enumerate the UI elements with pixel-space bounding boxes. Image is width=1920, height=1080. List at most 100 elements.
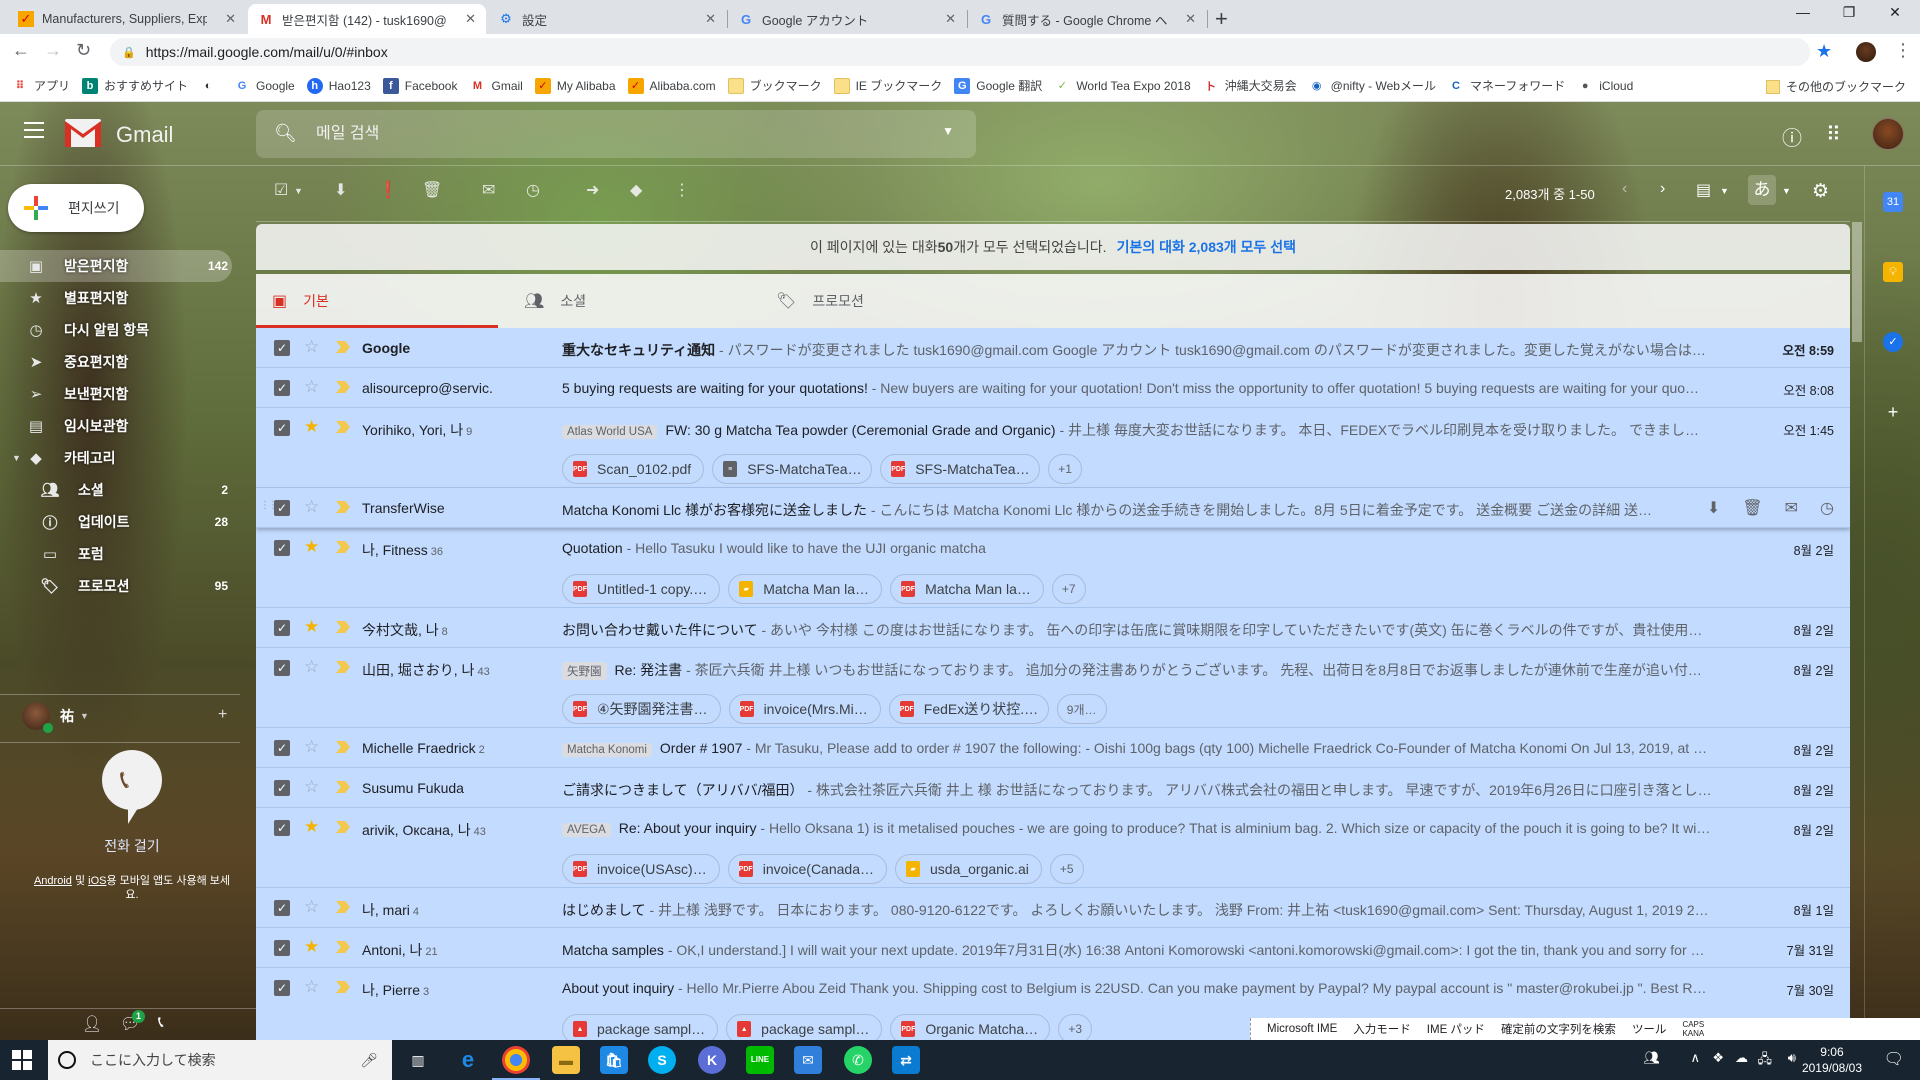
delete-icon[interactable]: 🗑︎: [1742, 498, 1762, 518]
sidebar-item-promotions[interactable]: 🏷︎ 프로모션 95: [0, 570, 232, 602]
attachment-chip[interactable]: ≡ SFS-MatchaTea…: [712, 454, 873, 484]
browser-tab-google-account[interactable]: G Google アカウント ✕: [728, 4, 966, 34]
reload-icon[interactable]: ↻: [76, 40, 91, 61]
attachment-chip[interactable]: ▲ package sampl…: [726, 1014, 883, 1040]
tasks-icon[interactable]: ✓: [1883, 332, 1903, 352]
close-tab-icon[interactable]: ✕: [1185, 11, 1196, 27]
attachment-chip[interactable]: PDF SFS-MatchaTea…: [880, 454, 1041, 484]
phone-icon[interactable]: 📞︎: [158, 1014, 164, 1032]
snooze-icon[interactable]: ◷: [1820, 498, 1834, 518]
star-icon[interactable]: ☆: [304, 377, 319, 397]
remote-app-icon[interactable]: ⇄: [892, 1046, 920, 1074]
bookmark-my-alibaba[interactable]: ✓ My Alibaba: [534, 77, 616, 94]
older-page-icon[interactable]: ›: [1660, 180, 1665, 198]
email-row[interactable]: ✓ ★ 今村文哉, 나 8 お問い合わせ戴いた件について - あいや 今村様 この度はお…: [256, 608, 1850, 648]
bookmark-globe[interactable]: ◐: [200, 78, 222, 94]
action-center-icon[interactable]: 🗨︎: [1884, 1049, 1904, 1069]
sidebar-item-social[interactable]: 👥︎ 소셜 2: [0, 474, 232, 506]
importance-marker-icon[interactable]: [336, 540, 350, 554]
importance-marker-icon[interactable]: [336, 980, 350, 994]
file-explorer-icon[interactable]: ▬: [552, 1046, 580, 1074]
search-input[interactable]: [316, 125, 916, 143]
email-row[interactable]: ✓ ★ Antoni, 나 21 Matcha samples - OK,I under…: [256, 928, 1850, 968]
star-icon[interactable]: ★: [304, 417, 319, 437]
ime-tools[interactable]: ツール: [1632, 1021, 1667, 1037]
row-checkbox[interactable]: ✓: [274, 540, 290, 556]
browser-tab-settings[interactable]: ⚙ 設定 ✕: [488, 4, 726, 34]
mark-as-read-icon[interactable]: ✉: [482, 180, 495, 200]
row-checkbox[interactable]: ✓: [274, 500, 290, 516]
row-checkbox[interactable]: ✓: [274, 660, 290, 676]
email-label-badge[interactable]: AVEGA: [562, 823, 611, 837]
mark-as-read-icon[interactable]: ✉: [1785, 498, 1798, 518]
split-pane-dropdown-icon[interactable]: ▼: [1720, 186, 1729, 196]
importance-marker-icon[interactable]: [336, 420, 350, 434]
minimize-button[interactable]: —: [1780, 4, 1826, 20]
restore-button[interactable]: ❐: [1826, 4, 1872, 21]
mail-app-icon[interactable]: ✉: [794, 1046, 822, 1074]
importance-marker-icon[interactable]: [336, 660, 350, 674]
back-arrow-icon[interactable]: ←: [12, 40, 30, 61]
search-options-dropdown-icon[interactable]: ▼: [942, 124, 954, 138]
ime-input-mode[interactable]: 入力モード: [1353, 1021, 1411, 1037]
star-icon[interactable]: ★: [304, 617, 319, 637]
gmail-logo-icon[interactable]: [65, 119, 101, 147]
taskbar-clock[interactable]: 9:06 2019/08/03: [1802, 1044, 1862, 1076]
more-attachments[interactable]: 9개…: [1056, 694, 1107, 724]
sidebar-item-categories[interactable]: ▼ ◆ 카테고리: [0, 442, 232, 474]
importance-marker-icon[interactable]: [336, 740, 350, 754]
volume-icon[interactable]: 🔊︎: [1788, 1050, 1796, 1066]
email-row[interactable]: ✓ ★ 나, Fitness 36 Quotation - Hello Tasuku I…: [256, 528, 1850, 608]
attachment-chip[interactable]: PDF FedEx送り状控.…: [888, 694, 1049, 724]
attachment-chip[interactable]: PDF Scan_0102.pdf: [562, 454, 705, 484]
attachment-chip[interactable]: ▰ usda_organic.ai: [895, 854, 1042, 884]
ios-link[interactable]: iOS: [88, 875, 106, 887]
importance-marker-icon[interactable]: [336, 780, 350, 794]
email-row[interactable]: ✓ ★ arivik, Оксана, 나 43 AVEGA Re: About your…: [256, 808, 1850, 888]
bookmark-nifty[interactable]: ◉ @nifty - Webメール: [1309, 77, 1436, 94]
row-checkbox[interactable]: ✓: [274, 900, 290, 916]
bookmark-apps[interactable]: ⠿ アプリ: [12, 77, 70, 94]
importance-marker-icon[interactable]: [336, 620, 350, 634]
attachment-chip[interactable]: PDF Matcha Man la…: [890, 574, 1044, 604]
bookmark-okinawa[interactable]: ト沖縄大交易会: [1203, 77, 1297, 94]
network-icon[interactable]: 🖧︎: [1758, 1050, 1773, 1072]
skype-icon[interactable]: S: [648, 1046, 676, 1074]
row-checkbox[interactable]: ✓: [274, 740, 290, 756]
tab-primary[interactable]: ▣ 기본: [256, 274, 498, 328]
google-apps-icon[interactable]: ⠿: [1826, 122, 1841, 147]
importance-marker-icon[interactable]: [336, 820, 350, 834]
tab-social[interactable]: 👥︎ 소셜: [508, 274, 750, 328]
more-attachments[interactable]: +5: [1049, 854, 1084, 884]
phone-call-icon[interactable]: 📞︎: [102, 750, 162, 824]
split-pane-icon[interactable]: ▤: [1696, 180, 1711, 200]
keep-icon[interactable]: 💡︎: [1883, 262, 1903, 282]
profile-avatar[interactable]: [1856, 42, 1876, 62]
row-checkbox[interactable]: ✓: [274, 940, 290, 956]
address-bar[interactable]: 🔒 https://mail.google.com/mail/u/0/#inbo…: [110, 38, 1810, 66]
select-all-conversations-link[interactable]: 기본의 대화 2,083개 모두 선택: [1117, 237, 1296, 257]
browser-tab-alibaba[interactable]: ✓ Manufacturers, Suppliers, Exporte ✕: [8, 4, 246, 34]
bookmark-star-icon[interactable]: ★: [1816, 41, 1832, 62]
row-checkbox[interactable]: ✓: [274, 820, 290, 836]
collapse-caret-icon[interactable]: ▼: [12, 453, 21, 463]
bookmark-alibaba[interactable]: ✓ Alibaba.com: [627, 77, 716, 94]
star-icon[interactable]: ☆: [304, 657, 319, 677]
attachment-chip[interactable]: ▲ package sampl…: [562, 1014, 719, 1040]
star-icon[interactable]: ☆: [304, 777, 319, 797]
bookmark-world-tea-expo[interactable]: ✓ World Tea Expo 2018: [1054, 78, 1191, 94]
close-window-button[interactable]: ✕: [1872, 4, 1918, 21]
star-icon[interactable]: ★: [304, 937, 319, 957]
show-hidden-icons[interactable]: ∧: [1690, 1050, 1700, 1066]
email-label-badge[interactable]: 矢野園: [562, 662, 607, 680]
whatsapp-icon[interactable]: ✆: [844, 1046, 872, 1074]
help-icon[interactable]: ⓘ: [1782, 122, 1802, 151]
new-tab-button[interactable]: +: [1215, 6, 1228, 32]
store-icon[interactable]: 🛍︎: [600, 1046, 628, 1074]
more-attachments[interactable]: +7: [1051, 574, 1086, 604]
main-menu-icon[interactable]: [24, 122, 44, 138]
archive-icon[interactable]: ⬇: [1707, 498, 1720, 518]
email-row[interactable]: ✓ ☆ Susumu Fukuda ご請求につきまして（アリババ/福田） - 株式会社…: [256, 768, 1850, 808]
attachment-chip[interactable]: PDF invoice(Mrs.Mi…: [728, 694, 881, 724]
email-row[interactable]: ✓ ☆ 나, mari 4 はじめまして - 井上様 浅野です。 日本におります。 08…: [256, 888, 1850, 928]
